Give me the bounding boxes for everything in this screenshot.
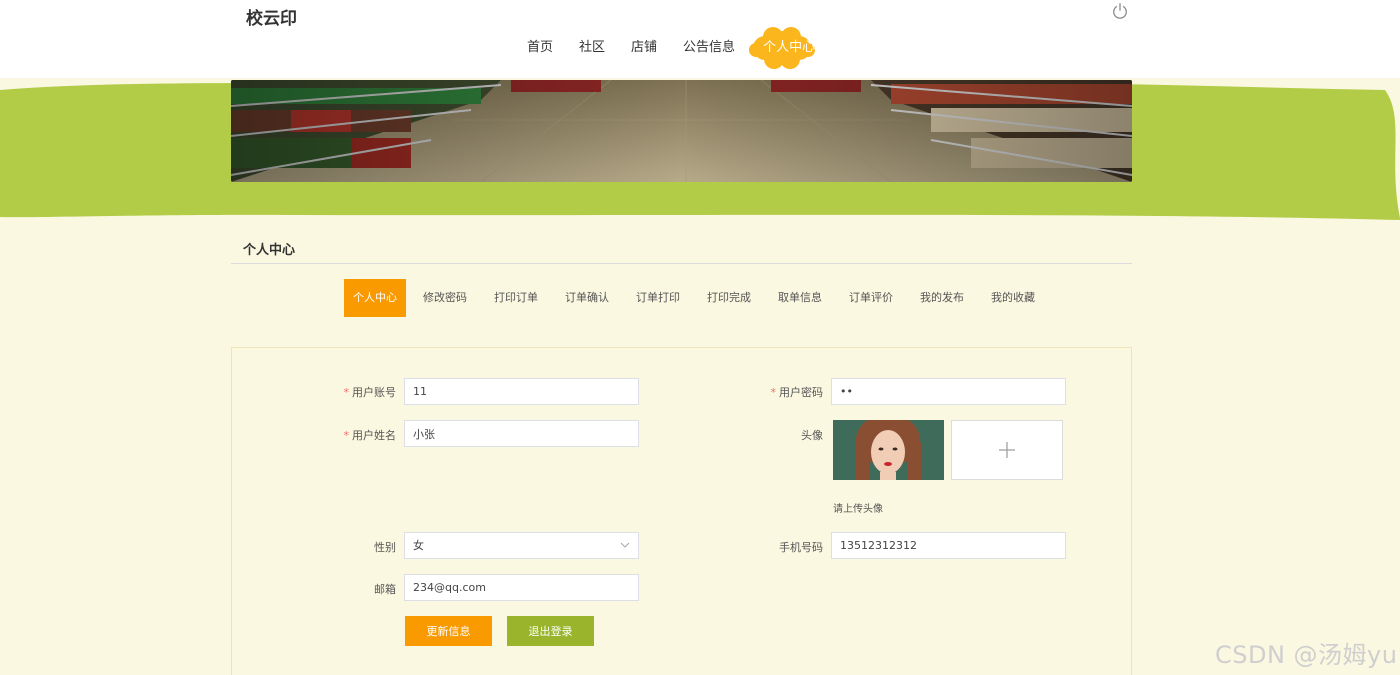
tab-print-orders[interactable]: 打印订单 (486, 279, 546, 317)
site-title: 校云印 (246, 9, 297, 29)
email-label: 邮箱 (374, 583, 396, 596)
password-input[interactable] (831, 378, 1066, 405)
nav-community[interactable]: 社区 (569, 30, 615, 66)
tab-change-password[interactable]: 修改密码 (415, 279, 475, 317)
account-input[interactable] (404, 378, 639, 405)
avatar-upload-tip: 请上传头像 (833, 504, 883, 515)
main-nav: 首页 社区 店铺 公告信息 个人中心 (510, 27, 833, 69)
nav-home[interactable]: 首页 (517, 30, 563, 66)
nav-shop[interactable]: 店铺 (621, 30, 667, 66)
phone-input[interactable] (831, 532, 1066, 559)
profile-tabs: 个人中心 修改密码 打印订单 订单确认 订单打印 打印完成 取单信息 订单评价 … (344, 279, 1054, 317)
tab-order-review[interactable]: 订单评价 (841, 279, 901, 317)
tab-my-posts[interactable]: 我的发布 (912, 279, 972, 317)
avatar-label: 头像 (801, 429, 823, 442)
name-label: * 用户姓名 (343, 429, 397, 442)
account-label: * 用户账号 (343, 386, 397, 399)
password-label: * 用户密码 (770, 386, 824, 399)
tab-print-complete[interactable]: 打印完成 (699, 279, 759, 317)
logout-button[interactable]: 退出登录 (507, 616, 594, 646)
tab-personal-center[interactable]: 个人中心 (344, 279, 406, 317)
plus-icon (999, 442, 1015, 458)
chevron-down-icon (620, 542, 630, 548)
nav-personal-center[interactable]: 个人中心 (749, 27, 827, 69)
avatar-image (833, 420, 944, 480)
email-input[interactable] (404, 574, 639, 601)
tab-order-print[interactable]: 订单打印 (628, 279, 688, 317)
tab-pickup-info[interactable]: 取单信息 (770, 279, 830, 317)
section-title: 个人中心 (243, 243, 296, 258)
header: 校云印 首页 社区 店铺 公告信息 个人中心 (0, 0, 1400, 78)
avatar-upload-button[interactable] (951, 420, 1063, 480)
power-icon[interactable] (1111, 2, 1129, 20)
tab-order-confirm[interactable]: 订单确认 (557, 279, 617, 317)
watermark: CSDN @汤姆yu (1215, 641, 1398, 669)
section-divider (231, 263, 1132, 264)
banner-image (231, 80, 1132, 182)
phone-label: 手机号码 (779, 541, 823, 554)
gender-label: 性别 (374, 541, 396, 554)
name-input[interactable] (404, 420, 639, 447)
tab-my-favorites[interactable]: 我的收藏 (983, 279, 1043, 317)
update-info-button[interactable]: 更新信息 (405, 616, 492, 646)
gender-select[interactable]: 女 (404, 532, 639, 559)
nav-notice[interactable]: 公告信息 (673, 30, 745, 66)
